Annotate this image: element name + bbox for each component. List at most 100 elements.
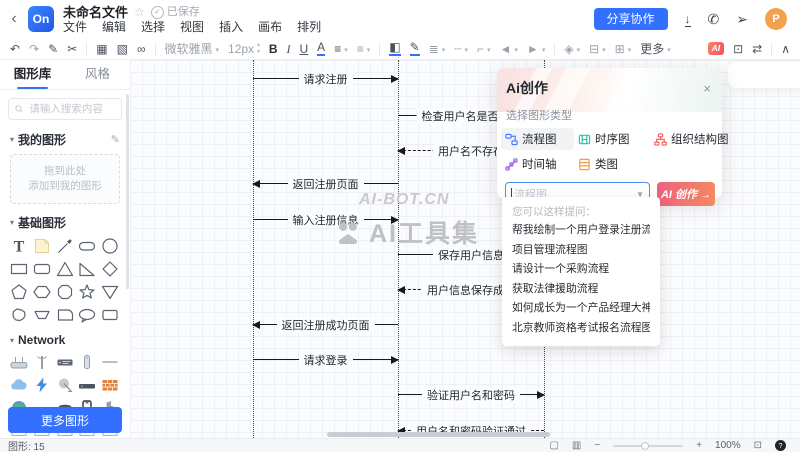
menu-item-0[interactable]: 文件 [63, 21, 87, 33]
line-style-select[interactable]: ┄▾ [454, 43, 468, 55]
redo-icon[interactable]: ↷ [29, 43, 39, 55]
font-family-select[interactable]: 微软雅黑▾ [165, 43, 220, 55]
basic-shapes-section-header[interactable]: ▾ 基础图形 [0, 208, 130, 234]
lifeline-0[interactable] [253, 60, 254, 438]
sidebar-scrollbar[interactable] [126, 94, 129, 289]
shape-text[interactable]: T [9, 236, 29, 256]
network-section-header[interactable]: ▾ Network [0, 325, 130, 350]
suggestion-item-4[interactable]: 如何成长为一个产品经理大神 [512, 299, 650, 319]
network-shape-modem[interactable] [77, 375, 97, 395]
format-painter-icon[interactable]: ✎ [48, 43, 58, 55]
lifeline-1[interactable] [398, 60, 399, 438]
diagram-type-0[interactable]: 流程图 [501, 128, 574, 150]
shape-small-rect[interactable] [100, 305, 120, 325]
suggestion-item-1[interactable]: 项目管理流程图 [512, 241, 650, 261]
font-size-stepper[interactable]: 12px▴▾ [228, 42, 260, 54]
layers-select[interactable]: ◈▾ [564, 43, 580, 55]
star-icon[interactable]: ☆ [134, 6, 145, 19]
clear-format-icon[interactable]: ✂ [67, 43, 77, 55]
phone-icon[interactable]: ✆ [708, 12, 720, 26]
ai-assistant-button[interactable]: AI [708, 42, 725, 56]
shape-star[interactable] [77, 282, 97, 302]
avatar[interactable]: P [765, 8, 787, 30]
shape-search[interactable] [8, 98, 122, 120]
menu-item-5[interactable]: 画布 [258, 21, 282, 33]
back-icon[interactable]: ‹ [0, 0, 28, 38]
diagram-type-4[interactable]: 类图 [574, 153, 650, 175]
align-objects-select[interactable]: ⊟▾ [589, 43, 606, 55]
insert-image-icon[interactable]: ▧ [117, 43, 128, 55]
zoom-in-icon[interactable]: + [696, 441, 702, 451]
insert-link-icon[interactable]: ∞ [137, 43, 146, 55]
document-title[interactable]: 未命名文件 [63, 6, 128, 19]
network-shape-firewall[interactable] [100, 375, 120, 395]
shape-speech-bubble[interactable] [77, 305, 97, 325]
edit-pencil-icon[interactable]: ✎ [111, 133, 120, 146]
underline-button[interactable]: U [300, 43, 309, 55]
insert-frame-icon[interactable]: ▦ [96, 43, 107, 55]
board-view-icon[interactable]: ▢ [549, 441, 558, 451]
canvas-horizontal-scrollbar[interactable] [327, 432, 550, 437]
suggestion-item-2[interactable]: 请设计一个采购流程 [512, 260, 650, 280]
shape-pen[interactable] [55, 236, 75, 256]
menu-item-2[interactable]: 选择 [141, 21, 165, 33]
network-shape-server[interactable] [55, 352, 75, 372]
menu-item-1[interactable]: 编辑 [102, 21, 126, 33]
download-icon[interactable]: ↓ [685, 12, 691, 27]
shape-cloud-shape[interactable] [9, 305, 29, 325]
bold-button[interactable]: B [269, 43, 278, 55]
menu-item-6[interactable]: 排列 [297, 21, 321, 33]
suggestion-item-0[interactable]: 帮我绘制一个用户登录注册流程 [512, 221, 650, 241]
shape-right-triangle[interactable] [77, 259, 97, 279]
ai-create-button[interactable]: AI 创作 → [657, 182, 715, 206]
minimap-icon[interactable]: ▥ [572, 441, 581, 451]
connector-type-select[interactable]: ⌐▾ [477, 43, 491, 55]
fill-color-button[interactable]: ◧ [389, 41, 400, 56]
line-width-select[interactable]: ≣▾ [429, 43, 446, 55]
network-shape-router[interactable] [9, 352, 29, 372]
sidebar-tab-1[interactable]: 风格 [65, 60, 130, 89]
network-shape-lightning[interactable] [32, 375, 52, 395]
menu-item-4[interactable]: 插入 [219, 21, 243, 33]
network-shape-cloud[interactable] [9, 375, 29, 395]
shape-round-corner-rect[interactable] [55, 305, 75, 325]
network-shape-satellite[interactable] [55, 375, 75, 395]
my-shapes-section-header[interactable]: ▾ 我的图形 ✎ [0, 125, 130, 151]
more-select[interactable]: 更多▾ [640, 43, 671, 55]
sidebar-tab-0[interactable]: 图形库 [0, 60, 65, 89]
diagram-type-2[interactable]: 组织结构图 [650, 128, 733, 150]
undo-icon[interactable]: ↶ [10, 43, 20, 55]
shape-rounded-rect[interactable] [32, 259, 52, 279]
arrow-end-select[interactable]: ►▾ [527, 43, 545, 55]
line-height-select[interactable]: ≡▾ [334, 43, 348, 55]
shape-note[interactable] [32, 236, 52, 256]
share-collab-button[interactable]: 分享协作 [594, 8, 668, 30]
send-icon[interactable]: ➢ [736, 12, 748, 26]
stroke-color-button[interactable]: ✎ [410, 41, 420, 56]
find-replace-icon[interactable]: ⊡ [733, 43, 743, 55]
presentation-mode-icon[interactable]: ⇄ [752, 43, 762, 55]
shape-pentagon[interactable] [9, 282, 29, 302]
help-icon[interactable]: ? [775, 440, 786, 451]
shape-dropzone[interactable]: 拖到此处 添加到我的图形 [10, 154, 120, 204]
shape-down-triangle[interactable] [100, 282, 120, 302]
italic-button[interactable]: I [287, 43, 291, 55]
suggestion-item-5[interactable]: 北京教师资格考试报名流程图 [512, 319, 650, 339]
shape-pill[interactable] [77, 236, 97, 256]
network-shape-cable[interactable] [100, 352, 120, 372]
network-shape-antenna[interactable] [32, 352, 52, 372]
arrow-start-select[interactable]: ◄▾ [500, 43, 518, 55]
text-align-select[interactable]: ≡▾ [357, 43, 371, 55]
shape-hexagon[interactable] [32, 282, 52, 302]
suggestion-item-3[interactable]: 获取法律援助流程 [512, 280, 650, 300]
shape-diamond[interactable] [100, 259, 120, 279]
shape-circle[interactable] [100, 236, 120, 256]
table-select[interactable]: ⊞▾ [615, 43, 632, 55]
zoom-out-icon[interactable]: − [594, 441, 600, 451]
collapse-toolbar-icon[interactable]: ∧ [781, 43, 790, 55]
shape-octagon[interactable] [55, 282, 75, 302]
font-color-button[interactable]: A [317, 41, 325, 56]
diagram-type-1[interactable]: 时序图 [574, 128, 650, 150]
shape-triangle[interactable] [55, 259, 75, 279]
search-input[interactable] [27, 102, 115, 116]
